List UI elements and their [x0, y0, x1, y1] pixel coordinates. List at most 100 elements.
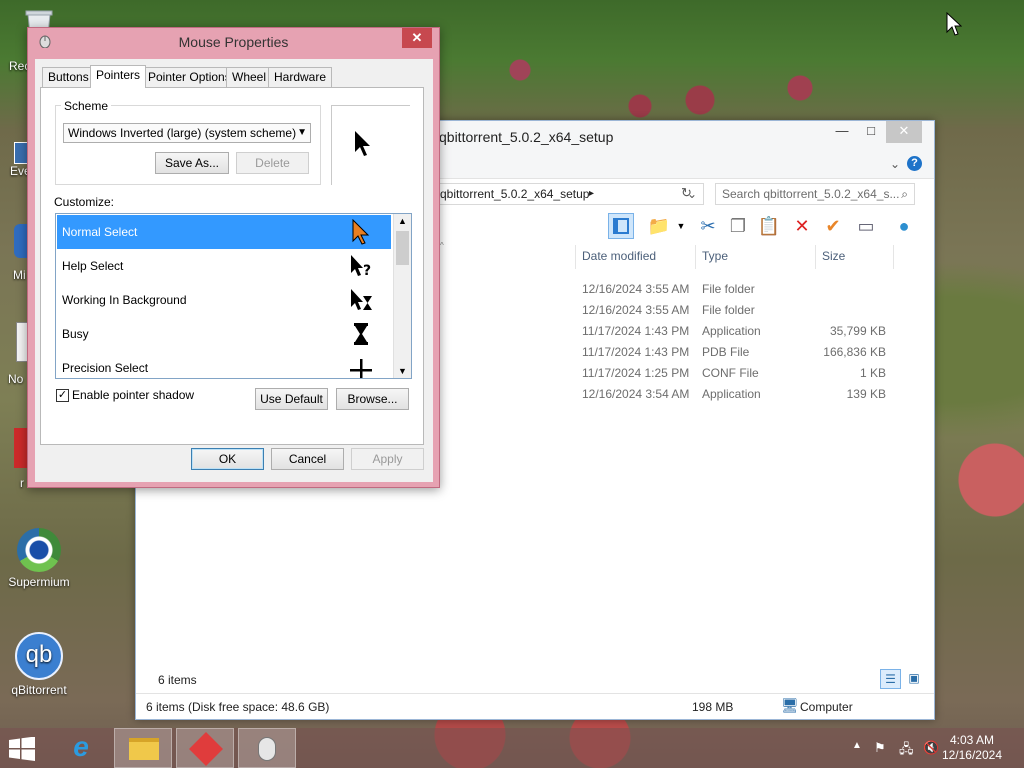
taskbar-item-app[interactable]	[176, 728, 234, 768]
tab-buttons[interactable]: Buttons	[42, 67, 95, 87]
taskbar-item-ie[interactable]: e	[52, 728, 110, 768]
scroll-up-icon[interactable]: ▲	[398, 216, 407, 226]
checkmark-icon[interactable]: ✔	[820, 213, 846, 239]
taskbar: e ▲ ⚑ 🖧 🔇 4:03 AM 12/16/2024	[0, 728, 1024, 768]
cell-date: 11/17/2024 1:25 PM	[582, 366, 690, 380]
show-hidden-icons-icon[interactable]: ▲	[852, 740, 862, 751]
chevron-down-icon[interactable]: ⌄	[890, 157, 900, 171]
list-item[interactable]: Working In Background	[57, 283, 391, 317]
windows-logo-icon	[9, 736, 35, 761]
chevron-down-icon[interactable]: ▼	[297, 124, 307, 142]
taskbar-clock[interactable]: 4:03 AM 12/16/2024	[942, 733, 1002, 763]
list-item[interactable]: Precision Select	[57, 351, 391, 378]
tab-pointer-options[interactable]: Pointer Options	[142, 67, 237, 87]
search-icon[interactable]: ⌕	[901, 184, 908, 204]
apply-button: Apply	[351, 448, 424, 470]
cell-type: Application	[702, 324, 761, 338]
taskbar-item-mouse[interactable]	[238, 728, 296, 768]
use-default-button[interactable]: Use Default	[255, 388, 328, 410]
mouse-properties-dialog: Mouse Properties ✕ Buttons Pointers Poin…	[27, 27, 440, 488]
help-icon[interactable]: ?	[907, 156, 922, 171]
cell-type: CONF File	[702, 366, 759, 380]
tab-pointers[interactable]: Pointers	[90, 65, 147, 88]
cell-date: 12/16/2024 3:55 AM	[582, 303, 690, 317]
clock-date: 12/16/2024	[941, 748, 1002, 762]
pointer-shadow-label: Enable pointer shadow	[72, 388, 195, 402]
desktop-label-partial: r	[20, 476, 24, 490]
cut-icon[interactable]: ✂	[695, 213, 721, 239]
ok-button[interactable]: OK	[191, 448, 264, 470]
copy-icon[interactable]: ❐	[725, 213, 751, 239]
computer-icon: 🖥	[781, 697, 799, 713]
folder-options-icon[interactable]: 📁	[646, 213, 672, 239]
svg-text:?: ?	[363, 263, 371, 279]
taskbar-item-explorer[interactable]	[114, 728, 172, 768]
list-item-label: Working In Background	[62, 293, 187, 307]
column-header-date[interactable]: Date modified	[582, 249, 656, 263]
column-separator	[575, 245, 576, 269]
folder-icon	[129, 738, 159, 760]
cell-type: PDB File	[702, 345, 750, 359]
mouse-cursor-icon	[946, 12, 962, 36]
maximize-button[interactable]: □	[856, 121, 886, 143]
cell-type: File folder	[702, 282, 755, 296]
cell-date: 12/16/2024 3:54 AM	[582, 387, 690, 401]
minimize-button[interactable]: —	[827, 121, 857, 143]
refresh-icon[interactable]: ↻	[681, 185, 692, 201]
desktop-icon-supermium[interactable]: Supermium	[7, 528, 71, 589]
column-header-type[interactable]: Type	[702, 249, 728, 263]
cancel-button[interactable]: Cancel	[271, 448, 344, 470]
cell-size: 1 KB	[859, 366, 886, 380]
network-icon[interactable]: 🖧	[899, 740, 914, 762]
pointers-panel: Scheme Windows Inverted (large) (system …	[40, 87, 424, 445]
pointer-shadow-checkbox[interactable]: ✓	[56, 389, 69, 402]
close-button[interactable]: ✕	[886, 121, 922, 143]
preview-arrow-cursor-icon	[355, 131, 370, 156]
cell-date: 12/16/2024 3:55 AM	[582, 282, 690, 296]
save-as-button[interactable]: Save As...	[155, 152, 229, 174]
tab-hardware[interactable]: Hardware	[268, 67, 333, 87]
dialog-close-button[interactable]: ✕	[402, 28, 432, 48]
cursor-list[interactable]: Normal Select Help Select ? Working In B…	[55, 213, 412, 379]
explorer-title: qbittorrent_5.0.2_x64_setup	[439, 129, 614, 145]
column-header-size[interactable]: Size	[822, 249, 845, 263]
desktop-icon-label: qBittorrent	[11, 683, 67, 697]
delete-button: Delete	[236, 152, 309, 174]
volume-muted-icon[interactable]: 🔇	[923, 740, 939, 756]
list-item[interactable]: Busy	[57, 317, 391, 351]
details-view-icon[interactable]: ☰	[880, 669, 901, 689]
paste-icon[interactable]: 📋	[756, 213, 782, 239]
delete-icon[interactable]: ✕	[789, 213, 815, 239]
tab-wheel[interactable]: Wheel	[226, 67, 273, 87]
status-location: Computer	[800, 700, 853, 714]
action-center-flag-icon[interactable]: ⚑	[874, 740, 886, 756]
preview-pane-icon[interactable]	[608, 213, 634, 239]
column-separator	[695, 245, 696, 269]
scheme-label: Scheme	[61, 99, 112, 113]
list-scrollbar[interactable]: ▲ ▼	[393, 214, 411, 378]
cell-size: 166,836 KB	[823, 345, 886, 359]
breadcrumb-arrow-icon[interactable]: ▸	[589, 184, 594, 204]
address-path: qbittorrent_5.0.2_x64_setup	[440, 187, 590, 201]
browse-button[interactable]: Browse...	[336, 388, 409, 410]
scheme-select[interactable]: Windows Inverted (large) (system scheme)…	[63, 123, 311, 143]
clock-time: 4:03 AM	[949, 733, 994, 747]
list-item-label: Help Select	[62, 259, 124, 273]
list-item[interactable]: Normal Select	[57, 215, 391, 249]
dropdown-arrow-icon[interactable]: ▼	[674, 213, 688, 239]
cell-type: File folder	[702, 303, 755, 317]
rename-icon[interactable]: ▭	[853, 213, 879, 239]
scroll-thumb[interactable]	[396, 231, 409, 265]
cell-type: Application	[702, 387, 761, 401]
list-item[interactable]: Help Select ?	[57, 249, 391, 283]
start-button[interactable]	[8, 736, 38, 761]
desktop-icon-qbittorrent[interactable]: qb qBittorrent	[7, 632, 71, 697]
search-input[interactable]: Search qbittorrent_5.0.2_x64_s... ⌕	[715, 183, 915, 205]
customize-label: Customize:	[54, 195, 115, 209]
large-icons-view-icon[interactable]: ▣	[904, 669, 924, 689]
column-separator	[815, 245, 816, 269]
scroll-down-icon[interactable]: ▼	[398, 366, 407, 376]
mouse-icon	[258, 737, 276, 761]
list-item-label: Normal Select	[62, 225, 138, 239]
network-globe-icon[interactable]: ●	[891, 213, 917, 239]
